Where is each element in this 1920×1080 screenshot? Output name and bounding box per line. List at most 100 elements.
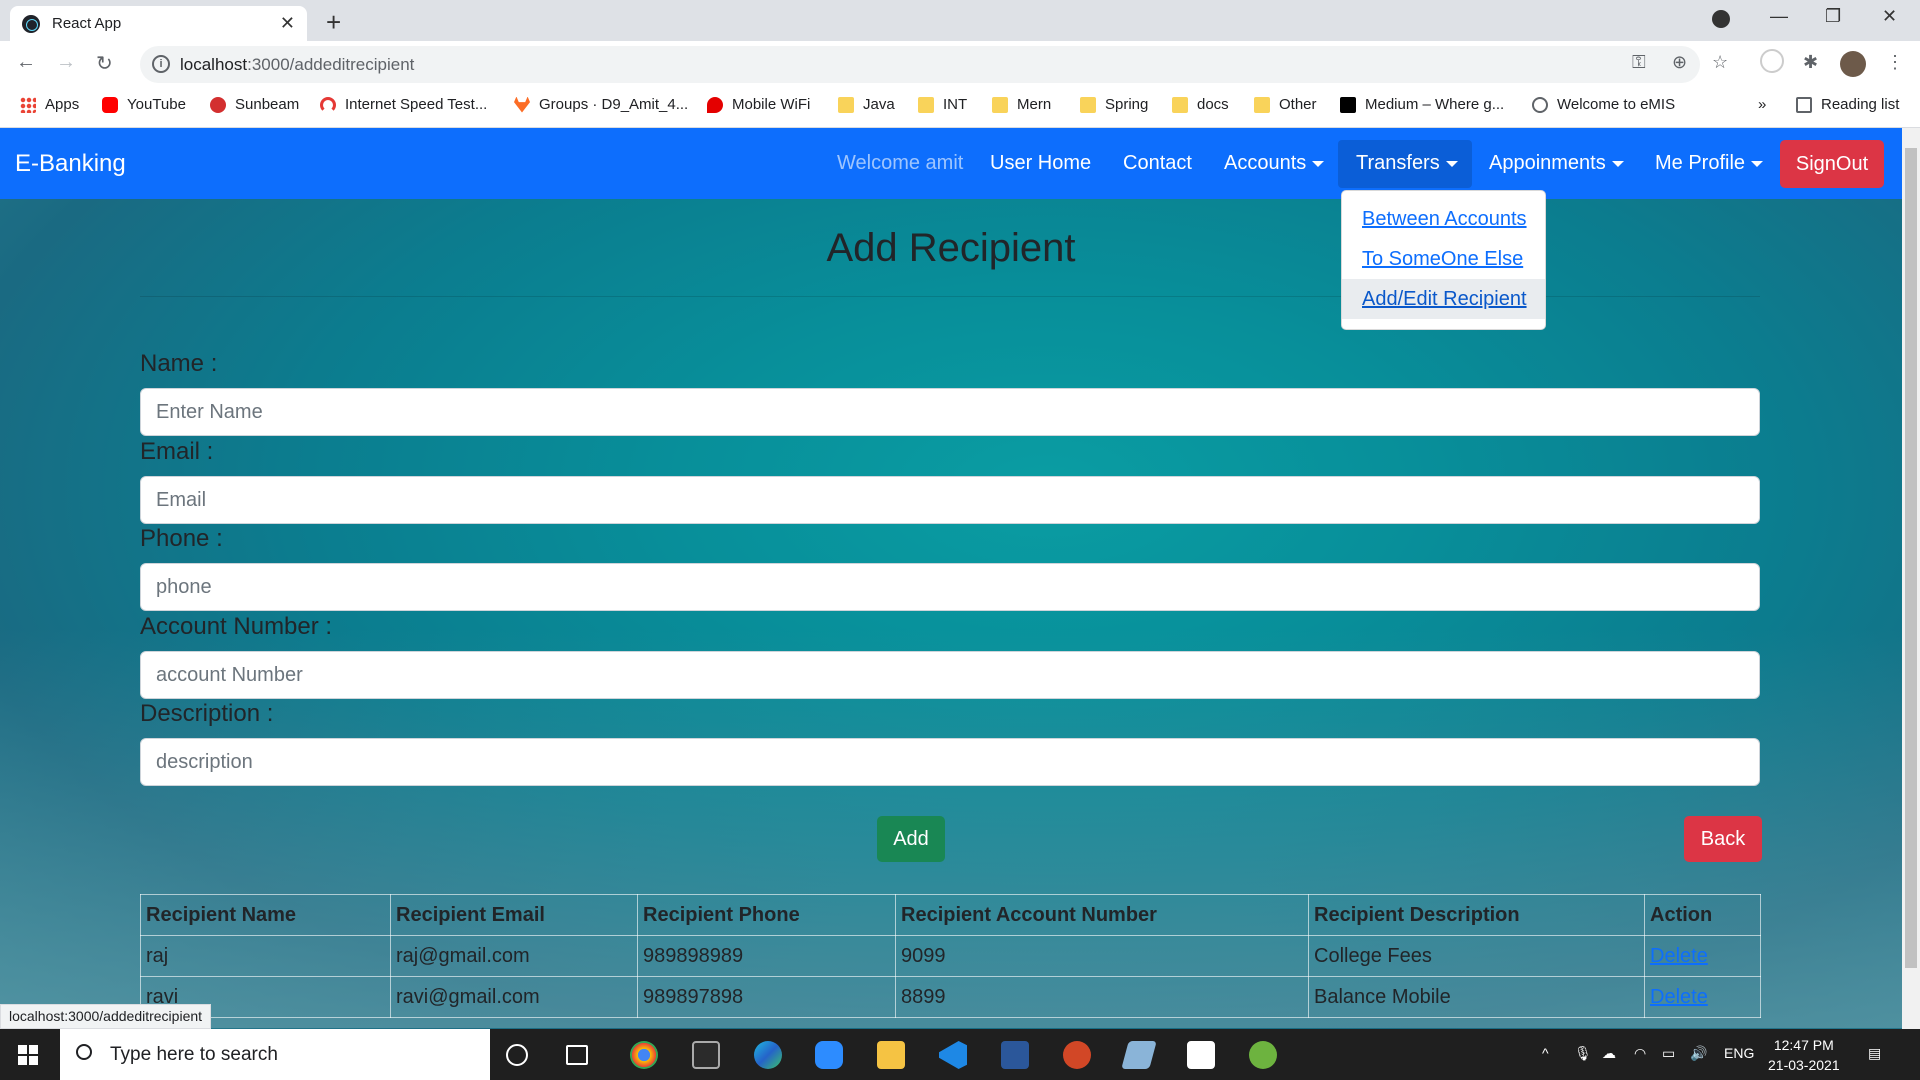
- more-bookmarks[interactable]: »: [1758, 96, 1766, 113]
- nav-contact[interactable]: Contact: [1123, 152, 1192, 175]
- bookmark-folder-java[interactable]: Java: [838, 96, 895, 113]
- battery-icon[interactable]: ▭: [1662, 1045, 1675, 1062]
- caret-down-icon: [1751, 160, 1764, 167]
- bookmark-label: docs: [1197, 96, 1229, 113]
- signout-button[interactable]: SignOut: [1780, 140, 1884, 188]
- bookmark-emis[interactable]: Welcome to eMIS: [1532, 96, 1675, 113]
- zoom-taskbar-icon[interactable]: [815, 1041, 843, 1069]
- page-scrollbar[interactable]: [1902, 128, 1920, 1029]
- nav-accounts[interactable]: Accounts: [1224, 152, 1325, 175]
- more-menu-icon[interactable]: ⋮: [1886, 52, 1904, 73]
- bookmark-folder-docs[interactable]: docs: [1172, 96, 1229, 113]
- forward-arrow-icon[interactable]: →: [56, 51, 76, 74]
- task-view-icon[interactable]: [566, 1045, 588, 1065]
- cortana-icon[interactable]: [506, 1044, 528, 1066]
- bookmark-sunbeam[interactable]: Sunbeam: [210, 96, 299, 113]
- photos-taskbar-icon[interactable]: [1187, 1041, 1215, 1069]
- volume-icon[interactable]: 🔊: [1690, 1045, 1707, 1062]
- taskbar-clock[interactable]: 12:47 PM 21-03-2021: [1768, 1035, 1840, 1075]
- taskbar-search-box[interactable]: Type here to search: [60, 1029, 490, 1080]
- word-taskbar-icon[interactable]: [1001, 1041, 1029, 1069]
- bookmark-youtube[interactable]: YouTube: [102, 96, 186, 113]
- nav-appoinments[interactable]: Appoinments: [1489, 152, 1624, 175]
- nav-accounts-label: Accounts: [1224, 152, 1307, 174]
- show-hidden-icons-icon[interactable]: ^: [1542, 1045, 1549, 1061]
- folder-icon: [838, 96, 854, 113]
- cell-account-number: 8899: [895, 976, 1309, 1018]
- menu-item-between-accounts[interactable]: Between Accounts: [1342, 199, 1545, 239]
- bookmark-medium[interactable]: Medium – Where g...: [1340, 96, 1504, 113]
- minimize-icon[interactable]: —: [1770, 6, 1788, 27]
- table-row: raj raj@gmail.com 989898989 9099 College…: [140, 935, 1761, 977]
- url-path: :3000/addeditrecipient: [247, 54, 415, 74]
- bookmark-speed-test[interactable]: Internet Speed Test...: [320, 96, 487, 113]
- key-icon[interactable]: ⚿: [1632, 52, 1646, 73]
- file-explorer-taskbar-icon[interactable]: [877, 1041, 905, 1069]
- site-info-icon[interactable]: i: [152, 55, 170, 73]
- reading-list[interactable]: Reading list: [1796, 96, 1899, 113]
- extension-icon[interactable]: [1760, 49, 1784, 73]
- chrome-taskbar-icon[interactable]: [630, 1041, 658, 1069]
- wifi-icon[interactable]: ◠: [1634, 1045, 1646, 1062]
- close-tab-icon[interactable]: ✕: [280, 13, 295, 34]
- bookmark-label: YouTube: [127, 96, 186, 113]
- profile-dropdown-icon[interactable]: [1712, 10, 1730, 28]
- powerpoint-taskbar-icon[interactable]: [1063, 1041, 1091, 1069]
- cloud-sync-icon[interactable]: ☁: [1602, 1045, 1616, 1062]
- browser-tab[interactable]: React App ✕: [10, 6, 307, 41]
- bookmark-apps[interactable]: Apps: [20, 96, 79, 113]
- folder-icon: [992, 96, 1008, 113]
- table-header-row: Recipient Name Recipient Email Recipient…: [140, 894, 1761, 936]
- microphone-icon[interactable]: 🎙: [1574, 1045, 1592, 1062]
- notifications-icon[interactable]: ▤: [1868, 1045, 1881, 1062]
- account-number-input[interactable]: [140, 651, 1760, 699]
- nav-transfers[interactable]: Transfers: [1356, 152, 1458, 175]
- close-window-icon[interactable]: ✕: [1882, 6, 1897, 27]
- terminal-taskbar-icon[interactable]: [692, 1041, 720, 1069]
- bookmark-folder-int[interactable]: INT: [918, 96, 967, 113]
- caret-down-icon: [1611, 160, 1624, 167]
- windows-start-icon[interactable]: [18, 1045, 38, 1065]
- bookmark-folder-other[interactable]: Other: [1254, 96, 1317, 113]
- puzzle-extensions-icon[interactable]: ✱: [1803, 52, 1818, 73]
- address-bar[interactable]: i localhost:3000/addeditrecipient: [140, 46, 1700, 83]
- phone-input[interactable]: [140, 563, 1760, 611]
- email-input[interactable]: [140, 476, 1760, 524]
- delete-link[interactable]: Delete: [1650, 945, 1708, 967]
- cell-description: College Fees: [1308, 935, 1645, 977]
- bookmark-label: Sunbeam: [235, 96, 300, 113]
- menu-item-to-someone-else[interactable]: To SomeOne Else: [1342, 239, 1545, 279]
- profile-avatar[interactable]: [1840, 51, 1866, 77]
- caret-down-icon: [1312, 160, 1325, 167]
- bookmark-folder-mern[interactable]: Mern: [992, 96, 1051, 113]
- delete-link[interactable]: Delete: [1650, 986, 1708, 1008]
- brand[interactable]: E-Banking: [15, 150, 126, 178]
- new-tab-icon[interactable]: +: [326, 7, 341, 38]
- reload-icon[interactable]: ↻: [96, 51, 113, 76]
- zoom-icon[interactable]: ⊕: [1672, 52, 1687, 73]
- bookmark-label: Internet Speed Test...: [345, 96, 488, 113]
- bookmark-folder-spring[interactable]: Spring: [1080, 96, 1148, 113]
- add-button[interactable]: Add: [877, 816, 945, 862]
- nav-me-profile[interactable]: Me Profile: [1655, 152, 1764, 175]
- bookmark-label: INT: [943, 96, 968, 113]
- search-icon: [76, 1044, 92, 1060]
- language-indicator[interactable]: ENG: [1724, 1045, 1754, 1061]
- scrollbar-thumb[interactable]: [1905, 148, 1917, 968]
- nav-user-home[interactable]: User Home: [990, 152, 1091, 175]
- vscode-taskbar-icon[interactable]: [939, 1041, 967, 1069]
- name-input[interactable]: [140, 388, 1760, 436]
- cell-phone: 989897898: [637, 976, 896, 1018]
- bookmark-label: Mern: [1017, 96, 1052, 113]
- spring-tool-taskbar-icon[interactable]: [1249, 1041, 1277, 1069]
- bookmark-star-icon[interactable]: ☆: [1712, 52, 1728, 73]
- edge-taskbar-icon[interactable]: [754, 1041, 782, 1069]
- notepad-taskbar-icon[interactable]: [1121, 1041, 1157, 1069]
- back-button[interactable]: Back: [1684, 816, 1762, 862]
- restore-icon[interactable]: ❐: [1825, 6, 1841, 27]
- bookmark-mobile-wifi[interactable]: Mobile WiFi: [707, 96, 810, 113]
- description-input[interactable]: [140, 738, 1760, 786]
- bookmark-gitlab-groups[interactable]: Groups · D9_Amit_4...: [514, 96, 688, 113]
- menu-item-add-edit-recipient[interactable]: Add/Edit Recipient: [1342, 279, 1545, 319]
- back-arrow-icon[interactable]: ←: [16, 51, 36, 74]
